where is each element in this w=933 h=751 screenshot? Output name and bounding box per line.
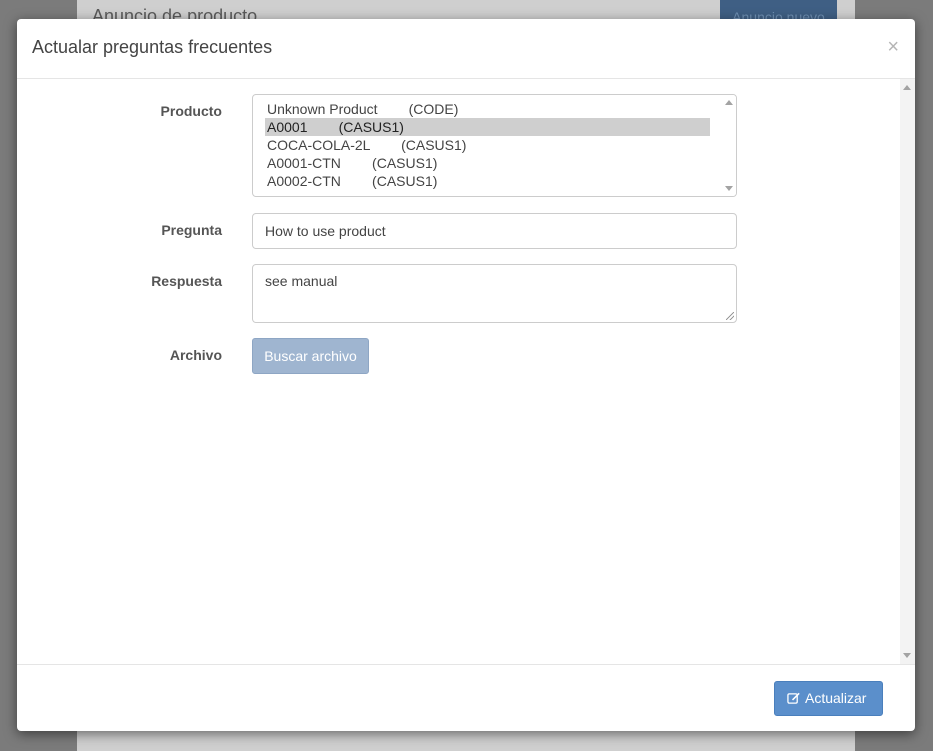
product-option-group: (CODE) bbox=[408, 101, 459, 117]
list-scroll-up-icon[interactable] bbox=[725, 100, 733, 105]
product-option-group: (CASUS1) bbox=[372, 173, 438, 189]
answer-label: Respuesta bbox=[151, 273, 222, 289]
file-label: Archivo bbox=[169, 347, 222, 363]
product-list-scrollbar[interactable] bbox=[722, 95, 736, 196]
modal-footer: Actualizar bbox=[17, 664, 915, 731]
product-option[interactable]: COCA-COLA-2L (CASUS1) bbox=[265, 136, 710, 154]
product-option-code: COCA-COLA-2L bbox=[267, 137, 370, 153]
answer-textarea[interactable]: see manual bbox=[252, 264, 737, 323]
product-option[interactable]: A0001-CTN (CASUS1) bbox=[265, 154, 710, 172]
list-scroll-down-icon[interactable] bbox=[725, 186, 733, 191]
modal-scrollbar[interactable] bbox=[900, 79, 915, 664]
answer-text: see manual bbox=[265, 273, 338, 289]
update-button-label: Actualizar bbox=[805, 690, 867, 706]
question-label: Pregunta bbox=[161, 222, 222, 238]
product-option[interactable]: Unknown Product (CODE) bbox=[265, 100, 710, 118]
product-option-code: A0001-CTN bbox=[267, 155, 341, 171]
question-input[interactable]: How to use product bbox=[252, 213, 737, 249]
product-option-group: (CASUS1) bbox=[338, 119, 404, 135]
resize-grip-icon[interactable] bbox=[726, 312, 734, 320]
product-option-group: (CASUS1) bbox=[401, 137, 467, 153]
product-option[interactable]: A0002-CTN (CASUS1) bbox=[265, 172, 710, 190]
product-option-code: A0002-CTN bbox=[267, 173, 341, 189]
edit-icon bbox=[787, 692, 800, 704]
modal-header: Actualar preguntas frecuentes × bbox=[17, 19, 915, 79]
scroll-down-arrow-icon[interactable] bbox=[903, 653, 911, 658]
product-option-selected[interactable]: A0001 (CASUS1) bbox=[265, 118, 710, 136]
modal-title: Actualar preguntas frecuentes bbox=[32, 37, 273, 57]
modal-body: Producto Unknown Product (CODE) A0001 (C… bbox=[17, 79, 915, 664]
update-button[interactable]: Actualizar bbox=[774, 681, 883, 716]
scroll-up-arrow-icon[interactable] bbox=[903, 85, 911, 90]
product-option-code: Unknown Product bbox=[267, 101, 378, 117]
product-option-group: (CASUS1) bbox=[372, 155, 438, 171]
faq-update-modal: Actualar preguntas frecuentes × Producto… bbox=[17, 19, 915, 731]
browse-file-button[interactable]: Buscar archivo bbox=[252, 338, 369, 374]
product-label: Producto bbox=[160, 103, 222, 119]
product-select-list[interactable]: Unknown Product (CODE) A0001 (CASUS1) CO… bbox=[252, 94, 737, 197]
product-option-code: A0001 bbox=[267, 119, 308, 135]
close-button[interactable]: × bbox=[887, 37, 899, 57]
